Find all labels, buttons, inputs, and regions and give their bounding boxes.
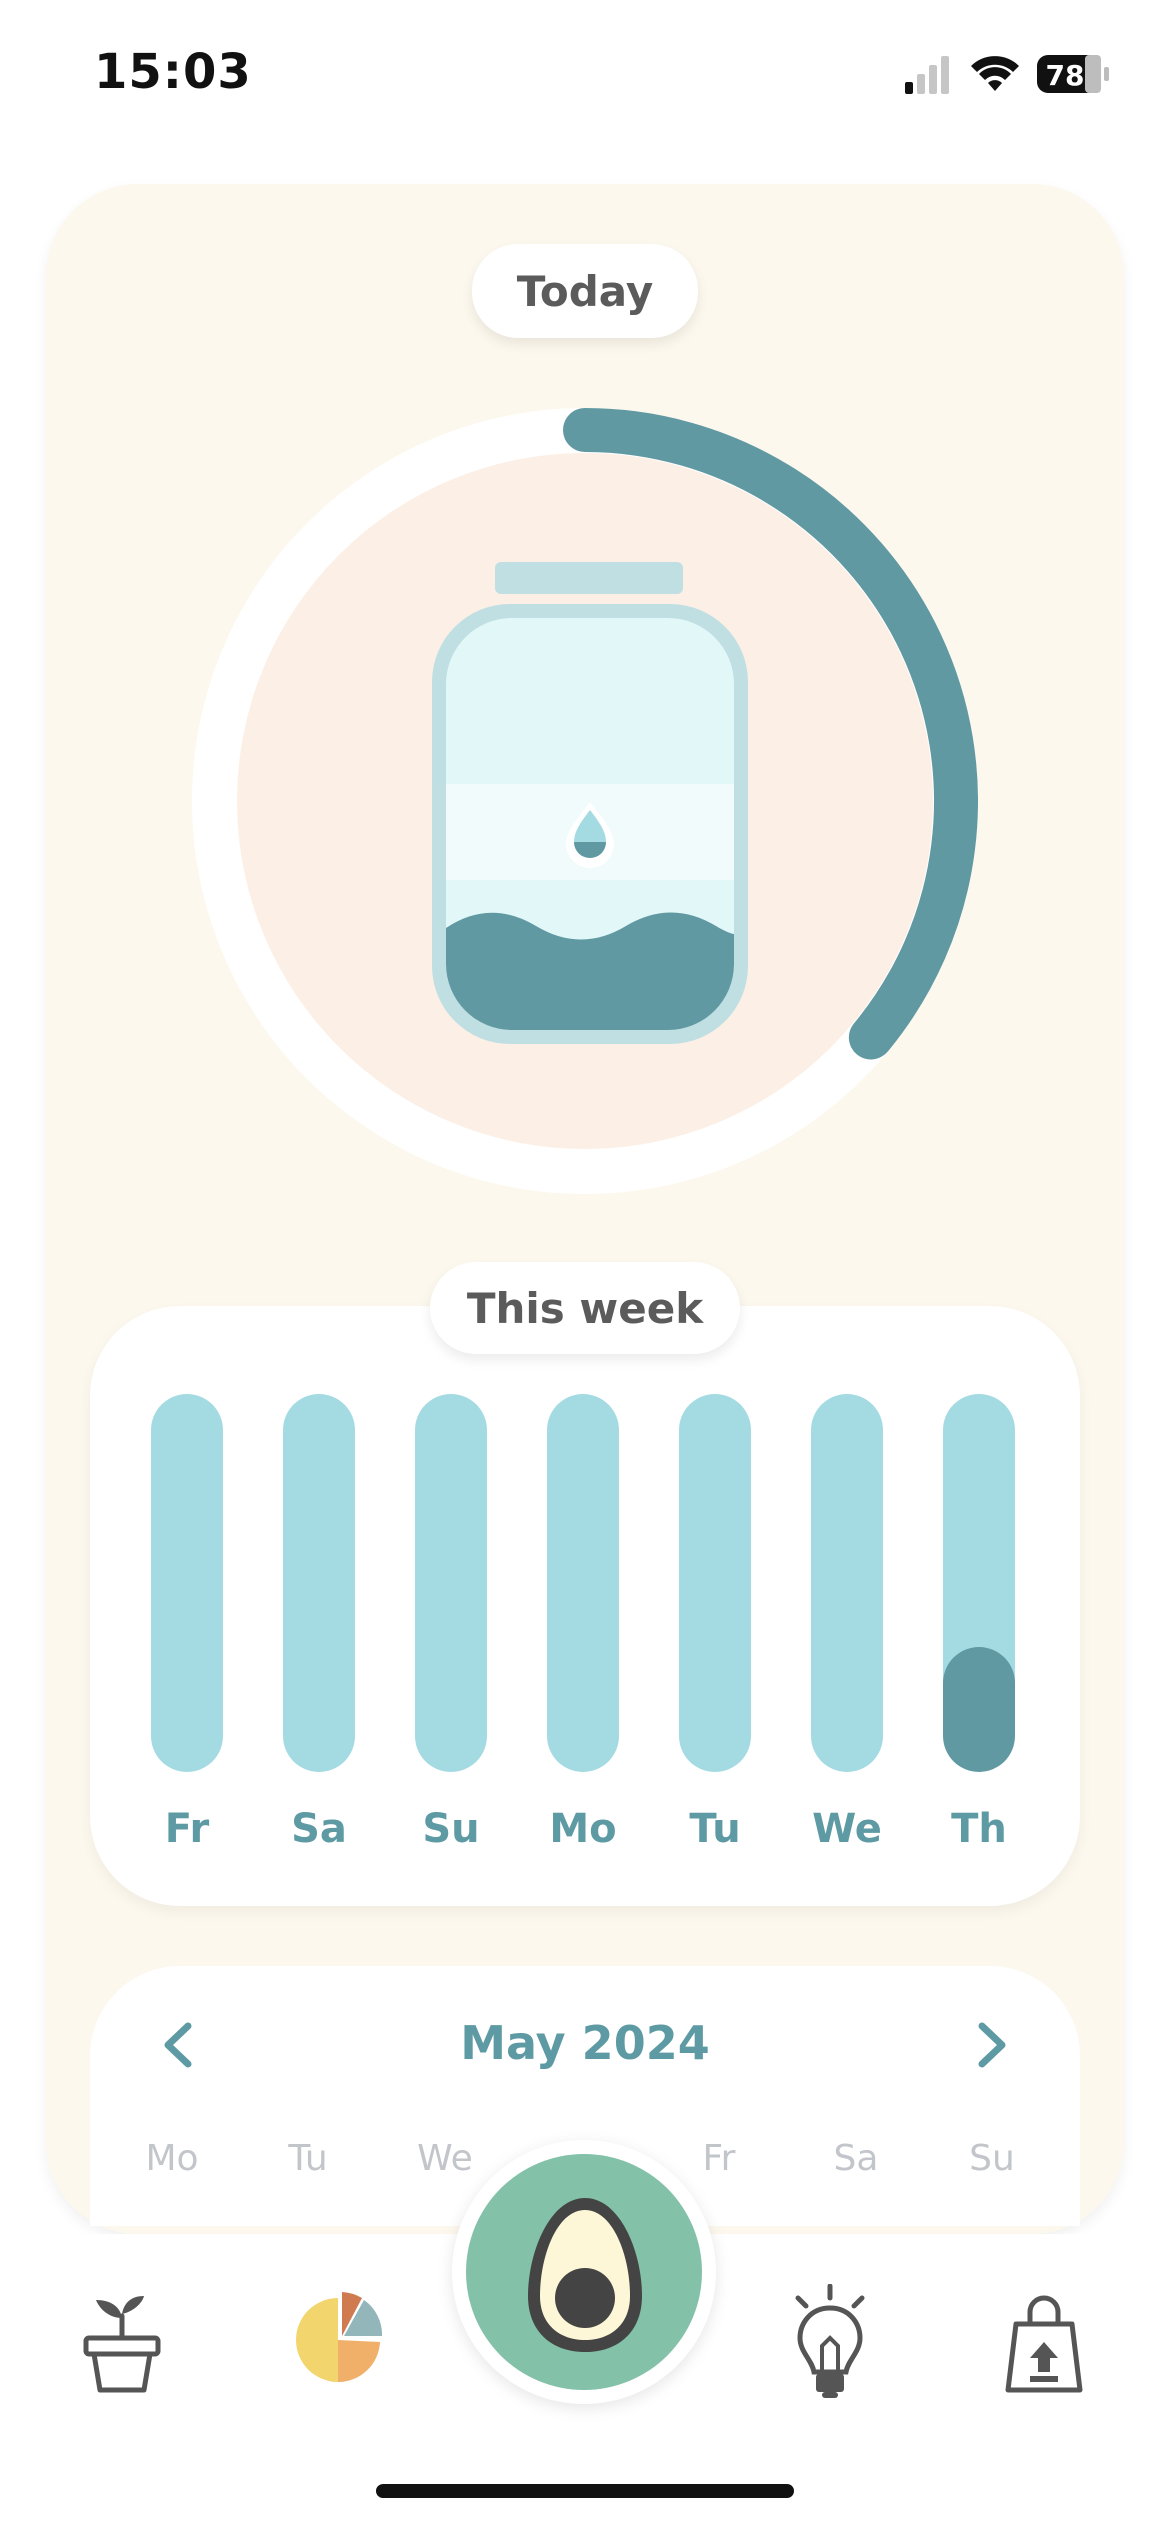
day-bar[interactable] — [547, 1394, 619, 1772]
chevron-right-icon[interactable] — [962, 2012, 1022, 2078]
this-week-pill[interactable]: This week — [430, 1262, 740, 1354]
avocado-icon — [528, 2198, 642, 2352]
day-bar[interactable] — [415, 1394, 487, 1772]
cellular-signal-icon — [905, 56, 949, 94]
weekday-label: Mo — [145, 2138, 199, 2179]
day-bar[interactable] — [943, 1394, 1015, 1772]
shopping-bag-icon[interactable] — [1004, 2290, 1084, 2394]
day-bar-fill — [943, 1647, 1015, 1772]
day-bar[interactable] — [811, 1394, 883, 1772]
calendar-month-title: May 2024 — [460, 2016, 710, 2070]
day-label: Sa — [291, 1806, 347, 1852]
chevron-left-icon[interactable] — [148, 2012, 208, 2078]
battery-icon: 78 — [1037, 55, 1109, 93]
water-jar-icon — [432, 562, 748, 1044]
day-bar[interactable] — [679, 1394, 751, 1772]
lightbulb-icon[interactable] — [784, 2284, 876, 2402]
day-label: Su — [422, 1806, 480, 1852]
day-label: We — [812, 1806, 882, 1852]
daily-progress-ring[interactable] — [192, 408, 978, 1194]
status-time: 15:03 — [94, 44, 252, 100]
day-bar[interactable] — [283, 1394, 355, 1772]
wifi-icon — [971, 56, 1019, 91]
battery-level: 78 — [1046, 59, 1085, 92]
today-pill[interactable]: Today — [472, 244, 698, 338]
day-label: Tu — [689, 1806, 741, 1852]
weekday-label: Tu — [288, 2138, 328, 2179]
weekday-label: We — [417, 2138, 473, 2179]
weekday-label: Fr — [702, 2138, 736, 2179]
pie-chart-icon[interactable] — [296, 2290, 384, 2384]
home-indicator — [376, 2484, 794, 2498]
plant-pot-icon[interactable] — [82, 2294, 162, 2394]
day-bar[interactable] — [151, 1394, 223, 1772]
weekday-label: Sa — [833, 2138, 879, 2179]
day-label: Mo — [549, 1806, 617, 1852]
weekday-label: Su — [969, 2138, 1015, 2179]
day-label: Th — [951, 1806, 1007, 1852]
day-label: Fr — [164, 1806, 210, 1852]
status-icons: 78 — [905, 55, 1109, 94]
